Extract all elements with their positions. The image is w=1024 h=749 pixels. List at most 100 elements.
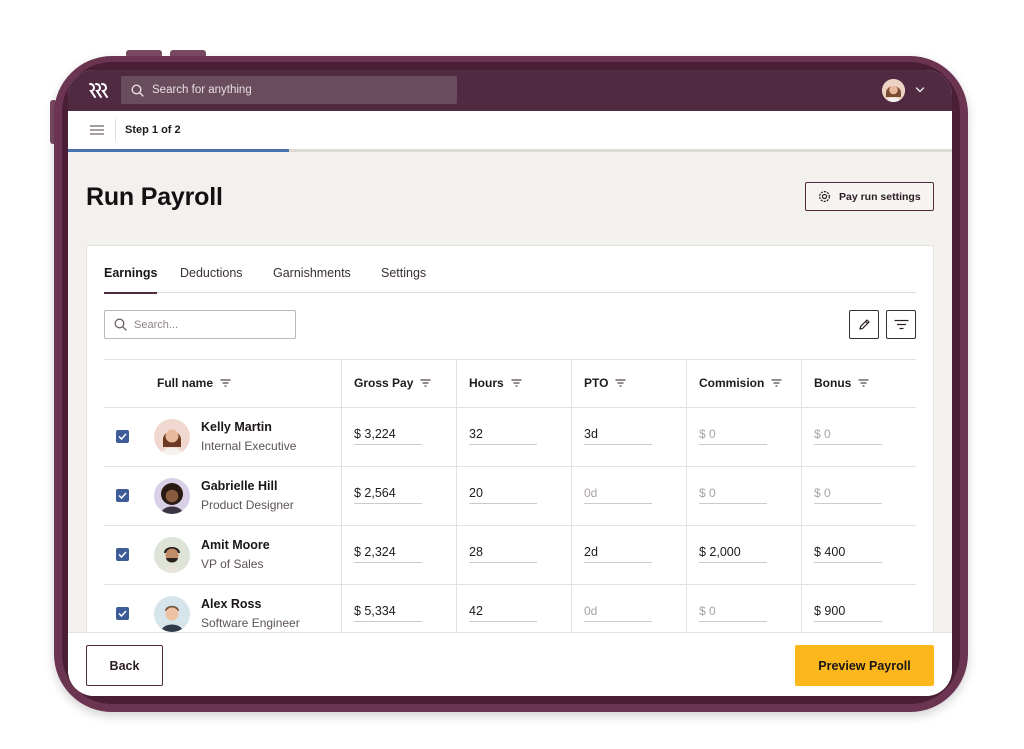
hamburger-menu-icon[interactable]: [90, 125, 104, 135]
filter-button[interactable]: [886, 310, 916, 339]
step-label: Step 1 of 2: [125, 124, 181, 136]
earnings-card: Earnings Deductions Garnishments Setting…: [86, 245, 934, 649]
row-checkbox[interactable]: [116, 430, 129, 443]
column-header-bonus[interactable]: Bonus: [814, 376, 869, 390]
back-button[interactable]: Back: [86, 645, 163, 686]
avatar: [154, 537, 190, 573]
preview-payroll-button[interactable]: Preview Payroll: [795, 645, 934, 686]
bonus-input[interactable]: $ 0: [814, 486, 882, 504]
checkmark-icon: [118, 492, 127, 499]
footer-bar: Back Preview Payroll: [68, 632, 952, 696]
row-checkbox[interactable]: [116, 489, 129, 502]
employee-role: Software Engineer: [201, 616, 300, 630]
bonus-input[interactable]: $ 400: [814, 545, 882, 563]
employee-name: Amit Moore: [201, 538, 270, 552]
search-icon: [131, 83, 144, 97]
employee-role: Product Designer: [201, 498, 294, 512]
column-header-pto[interactable]: PTO: [584, 376, 626, 390]
pto-input[interactable]: 2d: [584, 545, 652, 563]
sort-icon: [511, 379, 522, 387]
employee-role: Internal Executive: [201, 439, 297, 453]
gross-pay-input[interactable]: $ 2,564: [354, 486, 422, 504]
hours-input[interactable]: 20: [469, 486, 537, 504]
global-search-input[interactable]: Search for anything: [121, 76, 457, 104]
table-rule-header: [104, 407, 916, 408]
column-header-label: Commision: [699, 376, 765, 390]
active-tab-indicator: [104, 292, 157, 294]
pto-input[interactable]: 3d: [584, 427, 652, 445]
employee-name: Gabrielle Hill: [201, 479, 278, 493]
step-divider: [115, 119, 116, 141]
column-header-label: Full name: [157, 376, 214, 390]
global-search-placeholder: Search for anything: [152, 84, 252, 96]
employee-role: VP of Sales: [201, 557, 264, 571]
sort-icon: [858, 379, 869, 387]
row-checkbox[interactable]: [116, 548, 129, 561]
avatar: [154, 596, 190, 632]
pay-run-settings-label: Pay run settings: [839, 190, 921, 203]
step-progress-bar: [68, 149, 952, 152]
column-header-commission[interactable]: Commision: [699, 376, 782, 390]
chevron-down-icon[interactable]: [915, 83, 925, 97]
hours-input[interactable]: 42: [469, 604, 537, 622]
top-nav-bar: Search for anything: [68, 70, 952, 111]
row-checkbox[interactable]: [116, 607, 129, 620]
tabs-divider: [104, 292, 916, 293]
bonus-input[interactable]: $ 0: [814, 427, 882, 445]
column-header-hours[interactable]: Hours: [469, 376, 522, 390]
gross-pay-input[interactable]: $ 2,324: [354, 545, 422, 563]
column-header-label: Hours: [469, 376, 504, 390]
column-header-gross-pay[interactable]: Gross Pay: [354, 376, 431, 390]
sort-icon: [220, 379, 231, 387]
sort-icon: [420, 379, 431, 387]
sort-icon: [615, 379, 626, 387]
table-rule-top: [104, 359, 916, 360]
column-header-label: Gross Pay: [354, 376, 414, 390]
pencil-icon: [858, 319, 870, 330]
column-header-full-name[interactable]: Full name: [157, 376, 231, 390]
tab-earnings[interactable]: Earnings: [104, 266, 158, 280]
user-avatar[interactable]: [882, 79, 905, 102]
tab-garnishments[interactable]: Garnishments: [273, 266, 351, 280]
avatar: [154, 419, 190, 455]
bonus-input[interactable]: $ 900: [814, 604, 882, 622]
employee-name: Alex Ross: [201, 597, 262, 611]
sort-icon: [771, 379, 782, 387]
table-col-divider: [571, 359, 572, 649]
avatar: [154, 478, 190, 514]
search-icon: [114, 318, 127, 331]
commission-input[interactable]: $ 0: [699, 604, 767, 622]
table-col-divider: [456, 359, 457, 649]
commission-input[interactable]: $ 0: [699, 427, 767, 445]
tab-deductions[interactable]: Deductions: [180, 266, 243, 280]
app-screen: Search for anything Step 1 of 2 Run Payr…: [68, 70, 952, 696]
filter-icon: [894, 319, 908, 330]
table-col-divider: [686, 359, 687, 649]
step-progress-fill: [68, 149, 289, 152]
hours-input[interactable]: 32: [469, 427, 537, 445]
gear-icon: [819, 191, 830, 202]
page-title: Run Payroll: [86, 183, 223, 211]
gross-pay-input[interactable]: $ 5,334: [354, 604, 422, 622]
gross-pay-input[interactable]: $ 3,224: [354, 427, 422, 445]
pto-input[interactable]: 0d: [584, 486, 652, 504]
edit-button[interactable]: [849, 310, 879, 339]
table-search-placeholder: Search...: [134, 318, 179, 331]
step-bar: Step 1 of 2: [68, 111, 952, 149]
commission-input[interactable]: $ 0: [699, 486, 767, 504]
table-search-input[interactable]: Search...: [104, 310, 296, 339]
pay-run-settings-button[interactable]: Pay run settings: [805, 182, 934, 211]
commission-input[interactable]: $ 2,000: [699, 545, 767, 563]
pto-input[interactable]: 0d: [584, 604, 652, 622]
table-col-divider: [341, 359, 342, 649]
column-header-label: PTO: [584, 376, 609, 390]
employee-name: Kelly Martin: [201, 420, 272, 434]
checkmark-icon: [118, 551, 127, 558]
hours-input[interactable]: 28: [469, 545, 537, 563]
table-col-divider: [801, 359, 802, 649]
tab-settings[interactable]: Settings: [381, 266, 426, 280]
app-logo-icon[interactable]: [88, 82, 108, 99]
checkmark-icon: [118, 610, 127, 617]
column-header-label: Bonus: [814, 376, 852, 390]
table-rule-row: [104, 466, 916, 467]
